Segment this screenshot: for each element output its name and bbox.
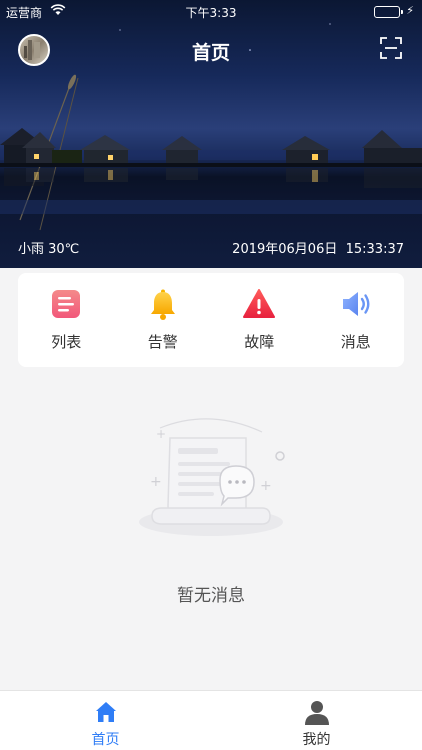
menu-item-list[interactable]: 列表 — [18, 273, 115, 367]
status-bar: 运营商 下午3:33 ⚡ — [0, 0, 422, 22]
empty-message-illustration: + + + — [139, 418, 285, 536]
page-title: 首页 — [191, 42, 230, 64]
status-time: 下午3:33 — [185, 6, 237, 20]
quick-menu: 列表 告警 故障 消息 — [18, 273, 404, 367]
battery-icon — [374, 6, 403, 18]
speaker-icon — [342, 292, 370, 316]
scan-icon[interactable] — [380, 37, 402, 59]
date-label: 2019年06月06日 — [232, 242, 338, 257]
menu-label-message: 消息 — [340, 333, 371, 351]
tab-label-mine: 我的 — [302, 732, 331, 748]
tab-home[interactable]: 首页 — [0, 691, 211, 750]
menu-label-list: 列表 — [51, 333, 82, 351]
user-icon — [304, 701, 329, 725]
bell-icon — [150, 289, 175, 320]
svg-text:+: + — [156, 427, 166, 441]
tab-bar: 首页 我的 — [0, 690, 422, 750]
warning-icon — [243, 289, 276, 318]
svg-text:+: + — [150, 474, 162, 490]
charging-icon: ⚡ — [406, 4, 414, 17]
menu-label-fault: 故障 — [244, 333, 275, 351]
weather-label: 小雨 30℃ — [18, 242, 80, 257]
list-icon — [52, 290, 81, 318]
svg-text:+: + — [260, 478, 272, 494]
datetime-label: 2019年06月06日 15:33:37 — [232, 238, 404, 257]
menu-item-alarm[interactable]: 告警 — [115, 273, 212, 367]
empty-message-text: 暂无消息 — [177, 586, 245, 606]
hero-banner: 运营商 下午3:33 ⚡ 首页 小雨 30℃ 2019年06月06日 15:33… — [0, 0, 422, 268]
home-screen: 运营商 下午3:33 ⚡ 首页 小雨 30℃ 2019年06月06日 15:33… — [0, 0, 422, 750]
tab-mine[interactable]: 我的 — [211, 691, 422, 750]
menu-item-fault[interactable]: 故障 — [211, 273, 308, 367]
time-label: 15:33:37 — [345, 242, 404, 257]
menu-item-message[interactable]: 消息 — [308, 273, 405, 367]
home-icon — [95, 702, 116, 722]
menu-label-alarm: 告警 — [147, 333, 178, 351]
tab-label-home: 首页 — [91, 732, 120, 748]
